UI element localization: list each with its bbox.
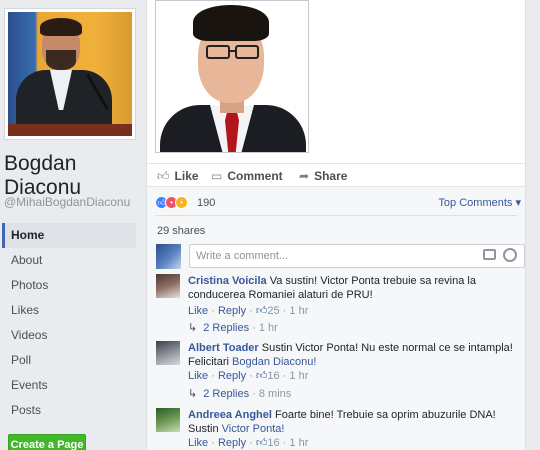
- commenter-avatar[interactable]: [156, 341, 180, 365]
- page-nav: Home About Photos Likes Videos Poll Even…: [2, 223, 136, 423]
- post-photo[interactable]: [155, 0, 309, 153]
- comment-text: Andreea Anghel Foarte bine! Trebuie sa o…: [188, 409, 496, 435]
- nav-item-home[interactable]: Home: [2, 223, 136, 248]
- reply-arrow-icon: ↳: [188, 388, 198, 400]
- thumbs-up-icon: 👍︎: [255, 305, 268, 317]
- page-profile-picture[interactable]: [4, 8, 136, 140]
- caret-down-icon: ▾: [515, 197, 521, 209]
- like-button[interactable]: 👍︎ Like: [157, 169, 199, 184]
- comment-mention[interactable]: Bogdan Diaconu!: [232, 356, 316, 368]
- comment-reply-link[interactable]: Reply: [218, 437, 246, 449]
- comments-section: 👍︎ • • 190 Top Comments ▾ 29 shares Writ…: [147, 187, 525, 450]
- comment-reply-link[interactable]: Reply: [218, 370, 246, 382]
- comment-button[interactable]: ▭ Comment: [211, 169, 283, 183]
- post-card: 👍︎ Like ▭ Comment ➦ Share 👍︎ • • 190 Top Co…: [146, 0, 526, 450]
- page-title: Bogdan Diaconu: [4, 152, 82, 199]
- smiley-icon[interactable]: [503, 248, 517, 262]
- haha-reaction-icon: •: [175, 196, 188, 209]
- page-sidebar: Bogdan Diaconu @MihaiBogdanDiaconu Home …: [0, 0, 146, 450]
- nav-item-photos[interactable]: Photos: [2, 273, 136, 298]
- page-handle[interactable]: @MihaiBogdanDiaconu: [4, 195, 130, 209]
- comment-input[interactable]: Write a comment...: [189, 244, 525, 268]
- profile-photo: [8, 12, 132, 136]
- comment-author[interactable]: Andreea Anghel: [188, 409, 272, 421]
- shares-count[interactable]: 29 shares: [157, 225, 205, 237]
- nav-item-videos[interactable]: Videos: [2, 323, 136, 348]
- nav-item-about[interactable]: About: [2, 248, 136, 273]
- thumbs-up-icon: 👍︎: [255, 437, 268, 449]
- camera-icon[interactable]: [483, 249, 496, 260]
- reactions-count: 190: [197, 197, 216, 209]
- comment-like-link[interactable]: Like: [188, 437, 208, 449]
- reply-arrow-icon: ↳: [188, 322, 198, 334]
- top-comments-dropdown[interactable]: Top Comments ▾: [438, 196, 521, 209]
- commenter-avatar[interactable]: [156, 408, 180, 432]
- nav-item-likes[interactable]: Likes: [2, 298, 136, 323]
- comment-text: Cristina Voicila Va sustin! Victor Ponta…: [188, 275, 476, 301]
- comment-meta: Like · Reply · 👍︎16 · 1 hr: [188, 370, 309, 382]
- comment-icon: ▭: [211, 169, 223, 183]
- share-icon: ➦: [299, 169, 310, 183]
- comment-author[interactable]: Albert Toader: [188, 342, 259, 354]
- create-page-button[interactable]: Create a Page: [8, 434, 86, 450]
- nav-item-events[interactable]: Events: [2, 373, 136, 398]
- comment-text: Albert Toader Sustin Victor Ponta! Nu es…: [188, 342, 513, 368]
- thumbs-up-icon: 👍︎: [255, 370, 268, 382]
- post-actions-bar: 👍︎ Like ▭ Comment ➦ Share: [147, 163, 525, 187]
- nav-item-posts[interactable]: Posts: [2, 398, 136, 423]
- thumbs-up-icon: 👍︎: [157, 169, 170, 183]
- comment-reply-link[interactable]: Reply: [218, 305, 246, 317]
- view-replies-link[interactable]: ↳ 2 Replies · 1 hr: [188, 321, 278, 334]
- comment-meta: Like · Reply · 👍︎16 · 1 hr: [188, 437, 309, 449]
- my-avatar: [156, 244, 181, 269]
- nav-item-poll[interactable]: Poll: [2, 348, 136, 373]
- write-comment-row: Write a comment...: [156, 244, 525, 270]
- divider: [155, 215, 517, 216]
- comment-like-link[interactable]: Like: [188, 370, 208, 382]
- comment-mention[interactable]: Victor Ponta!: [222, 423, 285, 435]
- comment-input-placeholder: Write a comment...: [196, 250, 289, 262]
- comment-meta: Like · Reply · 👍︎25 · 1 hr: [188, 305, 309, 317]
- comment-author[interactable]: Cristina Voicila: [188, 275, 267, 287]
- view-replies-link[interactable]: ↳ 2 Replies · 8 mins: [188, 387, 291, 400]
- share-button[interactable]: ➦ Share: [299, 169, 347, 183]
- comment-like-link[interactable]: Like: [188, 305, 208, 317]
- commenter-avatar[interactable]: [156, 274, 180, 298]
